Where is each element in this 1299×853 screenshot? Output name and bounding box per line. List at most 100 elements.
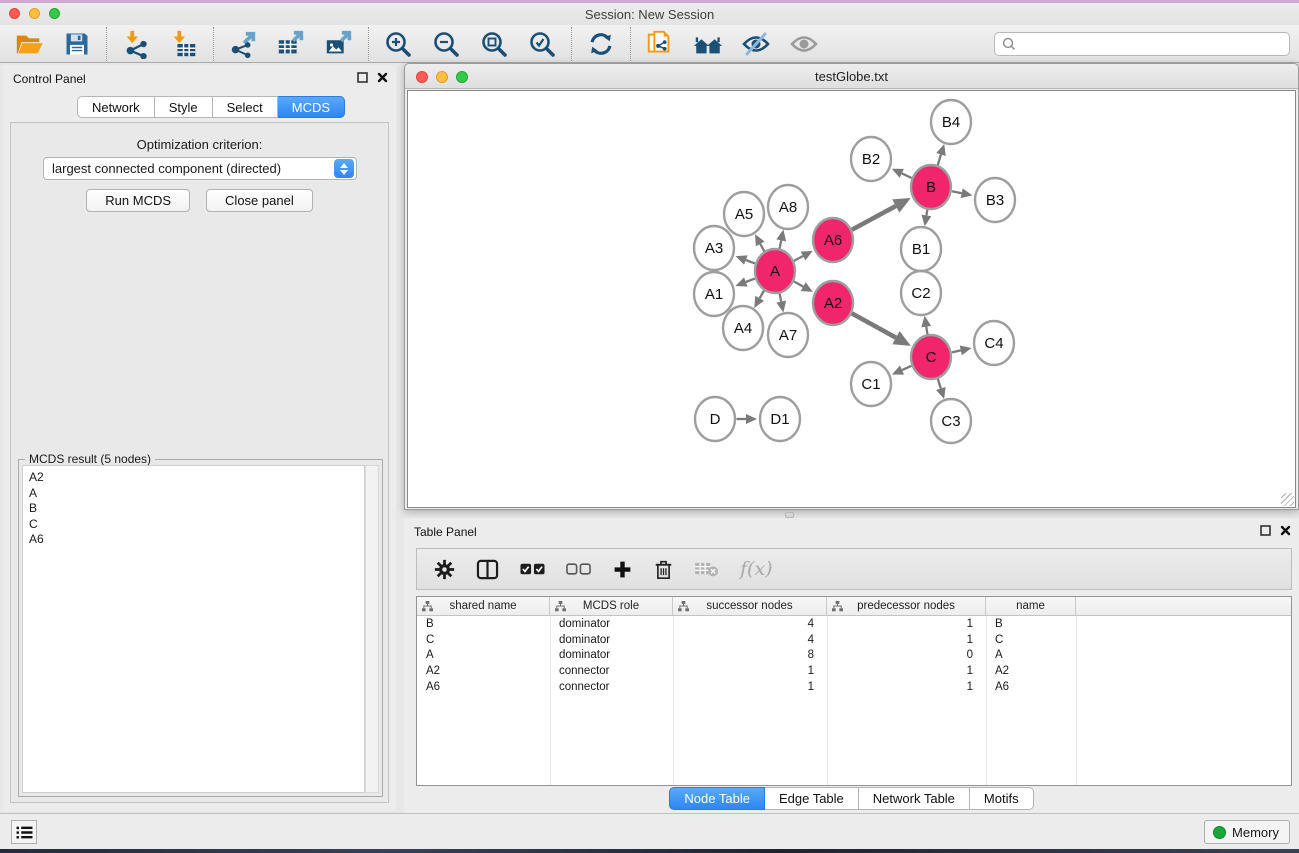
network-edge-C-C4[interactable] — [952, 350, 961, 352]
export-table-icon[interactable] — [275, 28, 307, 60]
network-node-A1[interactable]: A1 — [694, 272, 734, 316]
search-field[interactable] — [994, 32, 1290, 56]
tab-edge-table[interactable]: Edge Table — [765, 787, 859, 810]
network-edge-C-C3[interactable] — [937, 378, 940, 389]
network-node-D1[interactable]: D1 — [760, 397, 800, 441]
network-node-C[interactable]: C — [911, 335, 951, 379]
settings-gear-icon[interactable] — [434, 559, 455, 580]
delete-column-trash-icon[interactable] — [654, 559, 673, 580]
network-node-A2[interactable]: A2 — [813, 281, 853, 325]
hide-selected-eye-icon[interactable] — [740, 28, 772, 60]
save-session-icon[interactable] — [61, 28, 93, 60]
open-folder-icon[interactable] — [13, 28, 45, 60]
column-header-predecessor-nodes[interactable]: predecessor nodes — [827, 597, 986, 615]
network-node-A7[interactable]: A7 — [768, 313, 808, 357]
tab-style[interactable]: Style — [155, 96, 213, 118]
minimize-window-button[interactable] — [29, 8, 40, 19]
network-node-A8[interactable]: A8 — [768, 185, 808, 229]
network-node-B3[interactable]: B3 — [975, 178, 1015, 222]
network-node-A3[interactable]: A3 — [694, 226, 734, 270]
zoom-fit-icon[interactable] — [478, 28, 510, 60]
network-node-B1[interactable]: B1 — [901, 227, 941, 271]
mcds-result-list[interactable]: A2ABCA6 — [22, 465, 365, 793]
import-network-icon[interactable] — [120, 28, 152, 60]
network-minimize-button[interactable] — [436, 71, 448, 83]
close-panel-icon[interactable] — [377, 72, 388, 83]
network-node-B2[interactable]: B2 — [851, 137, 891, 181]
tab-mcds[interactable]: MCDS — [278, 96, 345, 118]
clone-network-icon[interactable] — [644, 28, 676, 60]
network-edge-A2-C[interactable] — [852, 313, 896, 337]
optimization-criterion-dropdown[interactable]: largest connected component (directed) — [43, 157, 357, 180]
column-header-successor-nodes[interactable]: successor nodes — [673, 597, 827, 615]
close-window-button[interactable] — [9, 8, 20, 19]
network-node-B[interactable]: B — [911, 165, 951, 209]
zoom-window-button[interactable] — [49, 8, 60, 19]
table-row[interactable]: A6connector11A6 — [417, 679, 1291, 695]
show-all-eye-icon[interactable] — [788, 28, 820, 60]
network-node-C3[interactable]: C3 — [931, 399, 971, 443]
network-node-A5[interactable]: A5 — [724, 192, 764, 236]
result-list-item[interactable]: C — [29, 517, 364, 533]
network-node-C4[interactable]: C4 — [974, 321, 1014, 365]
deselect-all-icon[interactable] — [566, 563, 591, 575]
network-node-D[interactable]: D — [695, 397, 735, 441]
network-edge-A-A6[interactable] — [794, 256, 803, 261]
network-edge-A6-B[interactable] — [852, 206, 896, 230]
export-image-icon[interactable] — [323, 28, 355, 60]
show-column-icon[interactable] — [476, 559, 499, 580]
result-list-item[interactable]: A — [29, 486, 364, 502]
memory-button[interactable]: Memory — [1204, 820, 1290, 844]
network-node-C2[interactable]: C2 — [901, 271, 941, 315]
network-node-A4[interactable]: A4 — [723, 306, 763, 350]
close-panel-button[interactable]: Close panel — [206, 189, 313, 212]
network-edge-A-A2[interactable] — [794, 281, 803, 286]
table-row[interactable]: Adominator80A — [417, 648, 1291, 664]
zoom-selected-icon[interactable] — [526, 28, 558, 60]
network-edge-A-A4[interactable] — [760, 290, 765, 299]
network-node-C1[interactable]: C1 — [851, 362, 891, 406]
result-list-item[interactable]: A6 — [29, 532, 364, 548]
refresh-icon[interactable] — [585, 28, 617, 60]
network-edge-B-B3[interactable] — [952, 191, 962, 193]
network-node-A[interactable]: A — [755, 249, 795, 293]
zoom-out-icon[interactable] — [430, 28, 462, 60]
network-close-button[interactable] — [416, 71, 428, 83]
network-node-A6[interactable]: A6 — [813, 218, 853, 262]
result-list-item[interactable]: A2 — [29, 470, 364, 486]
tab-motifs[interactable]: Motifs — [970, 787, 1034, 810]
float-panel-icon[interactable] — [1260, 525, 1271, 536]
network-edge-A-A1[interactable] — [746, 279, 755, 282]
run-mcds-button[interactable]: Run MCDS — [86, 189, 190, 212]
function-builder-icon[interactable]: f(x) — [740, 558, 773, 580]
table-row[interactable]: Bdominator41B — [417, 616, 1291, 632]
column-header-mcds-role[interactable]: MCDS role — [550, 597, 673, 615]
result-list-item[interactable]: B — [29, 501, 364, 517]
task-history-button[interactable] — [11, 820, 37, 844]
table-row[interactable]: A2connector11A2 — [417, 663, 1291, 679]
first-neighbors-icon[interactable] — [692, 28, 724, 60]
tab-network[interactable]: Network — [77, 96, 155, 118]
column-header-shared-name[interactable]: shared name — [417, 597, 550, 615]
float-panel-icon[interactable] — [357, 72, 368, 83]
network-edge-A-A3[interactable] — [746, 260, 755, 263]
tab-node-table[interactable]: Node Table — [669, 787, 765, 810]
zoom-in-icon[interactable] — [382, 28, 414, 60]
select-all-icon[interactable] — [520, 563, 545, 575]
network-edge-C-C1[interactable] — [902, 366, 911, 370]
result-list-scrollbar[interactable] — [365, 465, 379, 793]
network-canvas[interactable]: B4B2BB3A8A5A6A3B1AA1C2A2A4A7C4CC1DD1C3 — [407, 90, 1296, 508]
column-header-name[interactable]: name — [986, 597, 1076, 615]
export-network-icon[interactable] — [227, 28, 259, 60]
tab-select[interactable]: Select — [213, 96, 278, 118]
network-zoom-button[interactable] — [456, 71, 468, 83]
search-input[interactable] — [1017, 37, 1289, 51]
table-row[interactable]: Cdominator41C — [417, 632, 1291, 648]
tab-network-table[interactable]: Network Table — [859, 787, 970, 810]
delete-table-icon[interactable] — [694, 561, 719, 577]
import-table-icon[interactable] — [168, 28, 200, 60]
network-edge-B-B4[interactable] — [937, 154, 941, 166]
close-panel-icon[interactable] — [1280, 525, 1291, 536]
network-edge-A-A5[interactable] — [760, 244, 764, 252]
resize-grip[interactable] — [1281, 493, 1294, 506]
